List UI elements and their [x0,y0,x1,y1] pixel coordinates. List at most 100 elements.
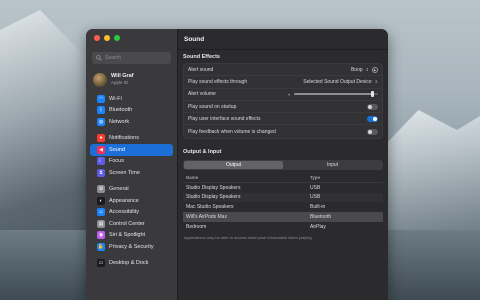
accessibility-icon: ☺ [97,208,105,217]
head-pose-footnote: Applications may be able to access head … [184,234,312,240]
tab-input[interactable]: Input [283,161,382,169]
alert-sound-row: Alert sound Boop ⇕ ▶ [184,64,382,77]
sidebar-item-label: Appearance [109,197,139,204]
table-row[interactable]: Mac Studio Speakers Built-in [183,202,383,212]
volume-feedback-label: Play feedback when volume is changed [188,128,276,135]
sidebar-item-label: Sound [109,146,125,153]
startup-sound-row: Play sound on startup [184,101,382,114]
appearance-icon: ◐ [97,196,105,205]
sidebar-item-appearance[interactable]: ◐ Appearance [90,195,173,207]
table-row[interactable]: Studio Display Speakers USB [183,192,383,203]
sidebar-item-label: Notifications [109,135,139,142]
alert-volume-row: Alert volume 🔈︎ [184,89,382,101]
startup-sound-label: Play sound on startup [188,103,237,110]
sidebar-group: ▭ Desktop & Dock [86,258,177,270]
sidebar-item-desktop-dock[interactable]: ▭ Desktop & Dock [90,258,173,270]
play-through-row: Play sound effects through Selected Soun… [184,76,382,89]
hourglass-icon: ⧗ [97,168,105,177]
zoom-button[interactable] [114,35,120,41]
slider-fill [294,93,373,96]
sidebar-item-control-center[interactable]: ▤ Control Center [90,218,173,230]
device-rows: Studio Display Speakers USB Studio Display… [183,183,383,232]
sidebar-nav: ◠ Wi-Fi ᛒ Bluetooth ◍ Network ● Notifications ◀ S… [86,93,177,269]
sidebar-item-general[interactable]: ⚙ General [90,184,173,196]
volume-feedback-toggle[interactable] [367,128,378,135]
tab-output[interactable]: Output [184,160,283,169]
page-title: Sound [178,29,388,50]
sidebar-item-screen-time[interactable]: ⧗ Screen Time [90,167,173,179]
table-row[interactable]: Will's AirPods Max Bluetooth [183,212,383,222]
device-type: Built-in [310,204,326,211]
speaker-icon: ◀ [97,145,105,154]
moon-icon: ☾ [97,157,105,166]
sidebar-group: ⚙ General ◐ Appearance ☺ Accessibility ▤ Contro… [86,184,177,253]
sidebar-item-label: Bluetooth [109,107,133,114]
alert-volume-label: Alert volume [188,91,216,98]
startup-sound-toggle[interactable] [367,103,378,110]
sidebar-item-bluetooth[interactable]: ᛒ Bluetooth [90,105,173,117]
sidebar-item-label: Control Center [109,220,145,227]
table-row[interactable]: Studio Display Speakers USB [183,183,383,193]
output-input-segmented-control: Output Input [183,159,383,170]
search-input[interactable] [105,55,165,61]
close-button[interactable] [94,35,100,41]
device-name: Bedroom [186,223,207,230]
minimize-button[interactable] [104,35,110,41]
dock-icon: ▭ [97,259,105,268]
device-type: AirPlay [310,223,326,230]
column-name-header[interactable]: Name [186,175,310,180]
window-controls [86,35,177,43]
updown-chevron-icon[interactable]: ⇕ [366,67,369,72]
device-type: Bluetooth [310,214,332,221]
sidebar-item-focus[interactable]: ☾ Focus [90,156,173,168]
apple-id-profile[interactable]: Will Graf Apple ID [86,64,177,88]
alert-volume-slider[interactable] [294,91,378,98]
play-through-label: Play sound effects through [188,78,248,85]
settings-window: Will Graf Apple ID ◠ Wi-Fi ᛒ Bluetooth ◍ Netw… [86,29,388,300]
device-type: USB [310,184,321,191]
bell-icon: ● [97,134,105,143]
profile-name: Will Graf [111,73,134,79]
device-name: Will's AirPods Max [186,214,227,221]
column-type-header[interactable]: Type [310,175,383,180]
table-header: Name Type [183,174,383,183]
play-icon[interactable]: ▶ [372,66,378,73]
slider-knob[interactable] [370,91,374,98]
search-field[interactable] [92,52,171,64]
sidebar: Will Graf Apple ID ◠ Wi-Fi ᛒ Bluetooth ◍ Netw… [86,29,178,300]
sidebar-item-label: Focus [109,158,124,165]
sidebar-item-label: Desktop & Dock [109,260,149,267]
bluetooth-icon: ᛒ [97,106,105,115]
sidebar-group: ◠ Wi-Fi ᛒ Bluetooth ◍ Network [86,93,177,128]
sidebar-item-privacy-security[interactable]: ✋ Privacy & Security [90,241,173,253]
sidebar-item-notifications[interactable]: ● Notifications [90,133,173,145]
alert-sound-select[interactable]: Boop [351,67,363,73]
sidebar-item-label: Wi-Fi [109,95,122,102]
table-row[interactable]: Bedroom AirPlay [183,222,383,232]
sidebar-item-sound[interactable]: ◀ Sound [90,144,173,156]
sidebar-item-siri-spotlight[interactable]: ◉ Siri & Spotlight [90,230,173,242]
output-device-table: Name Type Studio Display Speakers USB Stud… [183,174,383,232]
device-name: Studio Display Speakers [186,194,241,201]
hand-icon: ✋ [97,242,105,251]
updown-chevron-icon[interactable]: ⇕ [375,79,378,84]
sidebar-item-label: Privacy & Security [109,243,154,250]
sidebar-item-wi-fi[interactable]: ◠ Wi-Fi [90,93,173,105]
ui-sounds-toggle[interactable] [367,115,378,122]
play-through-select[interactable]: Selected Sound Output Device [303,79,371,85]
volume-low-icon: 🔈︎ [288,91,291,97]
sidebar-item-network[interactable]: ◍ Network [90,116,173,128]
sidebar-item-label: Accessibility [109,209,139,216]
output-input-heading: Output & Input [183,148,222,155]
sound-effects-heading: Sound Effects [183,54,220,60]
alert-sound-label: Alert sound [188,66,214,73]
sidebar-item-label: General [109,186,129,193]
device-type: USB [310,194,321,201]
sidebar-item-label: Screen Time [109,169,140,176]
globe-icon: ◍ [97,117,105,126]
volume-feedback-row: Play feedback when volume is changed [184,125,382,137]
ui-sounds-label: Play user interface sound effects [188,115,261,122]
device-name: Studio Display Speakers [186,184,241,191]
sidebar-item-accessibility[interactable]: ☺ Accessibility [90,207,173,219]
sidebar-item-label: Siri & Spotlight [109,232,146,239]
